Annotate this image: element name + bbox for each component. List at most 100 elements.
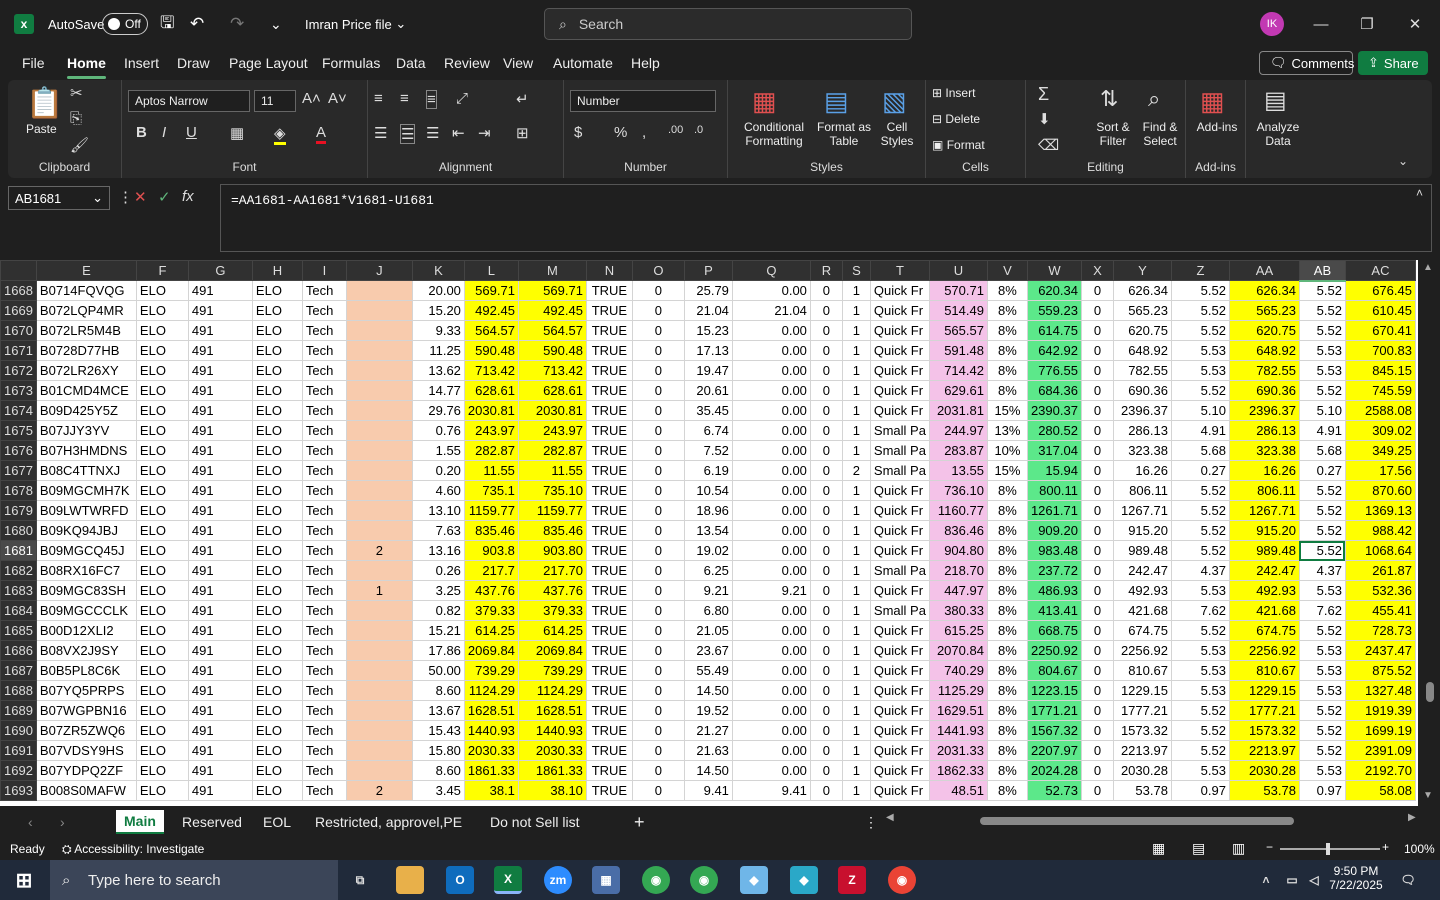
cell-i[interactable]: Tech	[301, 760, 347, 781]
cell-ab[interactable]: 5.52	[1298, 300, 1346, 321]
cell-i[interactable]: Tech	[301, 320, 347, 341]
cell-m[interactable]: 243.97	[517, 420, 587, 441]
cell-s[interactable]: 1	[841, 300, 871, 321]
windows-start-icon[interactable]: ⊞	[10, 866, 38, 894]
cell-f[interactable]: ELO	[135, 700, 189, 721]
cell-j[interactable]: 2	[345, 780, 413, 801]
cell-n[interactable]: TRUE	[585, 500, 633, 521]
cell-z[interactable]: 5.52	[1170, 380, 1230, 401]
cell-v[interactable]: 8%	[986, 360, 1028, 381]
cell-u[interactable]: 48.51	[928, 780, 988, 801]
minimize-icon[interactable]: —	[1298, 0, 1344, 48]
cell-x[interactable]: 0	[1080, 440, 1114, 461]
cell-r[interactable]: 0	[809, 500, 843, 521]
cell-o[interactable]: 0	[631, 280, 685, 301]
cell-y[interactable]: 242.47	[1112, 560, 1172, 581]
show-hidden-icons[interactable]: ˄	[1252, 866, 1280, 894]
cell-h[interactable]: ELO	[251, 680, 303, 701]
cell-u[interactable]: 283.87	[928, 440, 988, 461]
cell-h[interactable]: ELO	[251, 500, 303, 521]
cell-g[interactable]: 491	[187, 280, 253, 301]
cell-t[interactable]: Quick Fr	[869, 720, 930, 741]
cell-e[interactable]: B07H3HMDNS	[35, 440, 137, 461]
cell-p[interactable]: 19.47	[683, 360, 733, 381]
column-header-k[interactable]: K	[411, 260, 465, 281]
cell-f[interactable]: ELO	[135, 600, 189, 621]
cell-p[interactable]: 21.63	[683, 740, 733, 761]
cell-h[interactable]: ELO	[251, 760, 303, 781]
insert-cells-button[interactable]: ⊞ Insert	[932, 86, 975, 100]
cell-t[interactable]: Quick Fr	[869, 680, 930, 701]
cell-ac[interactable]: 2192.70	[1344, 760, 1416, 781]
find-select-button[interactable]: Find & Select	[1136, 120, 1184, 148]
cell-w[interactable]: 684.36	[1026, 380, 1082, 401]
cell-p[interactable]: 19.52	[683, 700, 733, 721]
cell-r[interactable]: 0	[809, 780, 843, 801]
cell-p[interactable]: 20.61	[683, 380, 733, 401]
cell-m[interactable]: 1861.33	[517, 760, 587, 781]
cell-x[interactable]: 0	[1080, 740, 1114, 761]
row-header[interactable]: 1674	[0, 400, 37, 421]
cell-f[interactable]: ELO	[135, 640, 189, 661]
cell-z[interactable]: 5.52	[1170, 480, 1230, 501]
cell-m[interactable]: 590.48	[517, 340, 587, 361]
cell-k[interactable]: 17.86	[411, 640, 465, 661]
cell-q[interactable]: 0.00	[731, 440, 811, 461]
cell-n[interactable]: TRUE	[585, 360, 633, 381]
cell-ab[interactable]: 5.52	[1298, 700, 1346, 721]
cell-e[interactable]: B072LQP4MR	[35, 300, 137, 321]
cell-aa[interactable]: 492.93	[1228, 580, 1300, 601]
cell-q[interactable]: 0.00	[731, 660, 811, 681]
cell-f[interactable]: ELO	[135, 460, 189, 481]
column-header-u[interactable]: U	[928, 260, 988, 281]
cell-ac[interactable]: 676.45	[1344, 280, 1416, 301]
cell-e[interactable]: B07ZR5ZWQ6	[35, 720, 137, 741]
cell-k[interactable]: 29.76	[411, 400, 465, 421]
column-header-f[interactable]: F	[135, 260, 189, 281]
cell-r[interactable]: 0	[809, 380, 843, 401]
cell-w[interactable]: 2024.28	[1026, 760, 1082, 781]
cell-ac[interactable]: 870.60	[1344, 480, 1416, 501]
cell-g[interactable]: 491	[187, 620, 253, 641]
cell-ab[interactable]: 0.97	[1298, 780, 1346, 801]
cell-l[interactable]: 590.48	[463, 340, 519, 361]
row-header[interactable]: 1691	[0, 740, 37, 761]
cell-u[interactable]: 836.46	[928, 520, 988, 541]
cell-w[interactable]: 486.93	[1026, 580, 1082, 601]
row-header[interactable]: 1686	[0, 640, 37, 661]
cell-ac[interactable]: 58.08	[1344, 780, 1416, 801]
column-header-s[interactable]: S	[841, 260, 871, 281]
cell-r[interactable]: 0	[809, 280, 843, 301]
cell-e[interactable]: B008S0MAFW	[35, 780, 137, 801]
enter-icon[interactable]: ✓	[158, 188, 171, 206]
cell-v[interactable]: 8%	[986, 680, 1028, 701]
cell-l[interactable]: 835.46	[463, 520, 519, 541]
cell-z[interactable]: 0.97	[1170, 780, 1230, 801]
cell-aa[interactable]: 806.11	[1228, 480, 1300, 501]
cell-v[interactable]: 8%	[986, 760, 1028, 781]
align-top-icon[interactable]: ≡	[374, 90, 383, 107]
cell-k[interactable]: 15.80	[411, 740, 465, 761]
cell-i[interactable]: Tech	[301, 340, 347, 361]
cell-w[interactable]: 2390.37	[1026, 400, 1082, 421]
cell-n[interactable]: TRUE	[585, 720, 633, 741]
cell-u[interactable]: 2031.81	[928, 400, 988, 421]
cell-p[interactable]: 14.50	[683, 760, 733, 781]
copy-icon[interactable]: ⎘	[70, 110, 82, 127]
menu-automate[interactable]: Automate	[553, 55, 613, 71]
cell-ab[interactable]: 5.52	[1298, 320, 1346, 341]
normal-view-icon[interactable]: ▦	[1152, 840, 1165, 857]
zoom-slider-thumb[interactable]	[1326, 843, 1330, 855]
cell-h[interactable]: ELO	[251, 700, 303, 721]
cell-j[interactable]	[345, 320, 413, 341]
horizontal-scroll-thumb[interactable]	[980, 817, 1294, 825]
paste-button[interactable]: Paste	[26, 122, 57, 136]
cell-h[interactable]: ELO	[251, 740, 303, 761]
cell-i[interactable]: Tech	[301, 640, 347, 661]
cell-q[interactable]: 0.00	[731, 620, 811, 641]
cell-h[interactable]: ELO	[251, 520, 303, 541]
row-header[interactable]: 1678	[0, 480, 37, 501]
cell-ac[interactable]: 845.15	[1344, 360, 1416, 381]
page-break-view-icon[interactable]: ▥	[1232, 840, 1245, 857]
cell-ac[interactable]: 610.45	[1344, 300, 1416, 321]
